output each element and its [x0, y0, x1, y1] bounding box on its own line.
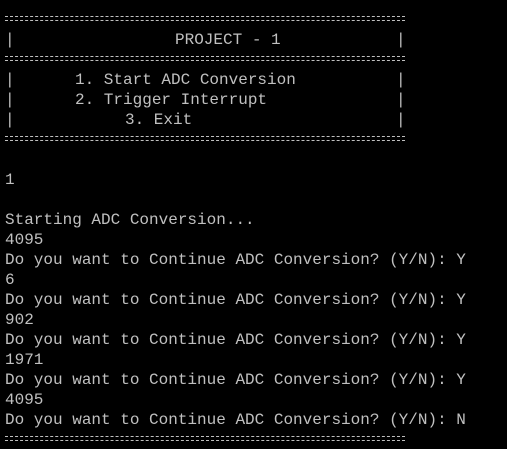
adc-reading: 902 — [5, 311, 34, 329]
box-border-right: | — [396, 91, 406, 109]
box-border-left: | — [5, 71, 15, 89]
adc-reading: 4095 — [5, 231, 44, 249]
prompt-text: Do you want to Continue ADC Conversion? … — [5, 411, 447, 429]
continue-prompt: Do you want to Continue ADC Conversion? … — [5, 410, 466, 430]
prompt-text: Do you want to Continue ADC Conversion? … — [5, 251, 447, 269]
adc-reading: 6 — [5, 271, 15, 289]
separator-line — [5, 55, 405, 62]
status-text: Starting ADC Conversion... — [5, 211, 255, 229]
adc-reading: 1971 — [5, 351, 44, 369]
prompt-text: Do you want to Continue ADC Conversion? … — [5, 331, 447, 349]
adc-reading: 4095 — [5, 391, 44, 409]
separator-line — [5, 135, 405, 142]
box-border-left: | — [5, 91, 15, 109]
menu-title: PROJECT - 1 — [175, 31, 281, 49]
prompt-answer: Y — [456, 331, 466, 349]
prompt-answer: Y — [456, 251, 466, 269]
continue-prompt: Do you want to Continue ADC Conversion? … — [5, 290, 466, 310]
separator-line — [5, 15, 405, 22]
box-border-left: | — [5, 111, 15, 129]
prompt-text: Do you want to Continue ADC Conversion? … — [5, 291, 447, 309]
prompt-answer: Y — [456, 371, 466, 389]
box-border-right: | — [396, 31, 406, 49]
user-selection: 1 — [5, 171, 15, 189]
box-border-left: | — [5, 31, 15, 49]
terminal-window[interactable]: | PROJECT - 1 | | 1. Start ADC Conversio… — [0, 0, 507, 449]
separator-line — [5, 435, 405, 442]
box-border-right: | — [396, 71, 406, 89]
menu-item-trigger-interrupt: 2. Trigger Interrupt — [75, 91, 268, 109]
box-border-right: | — [396, 111, 406, 129]
continue-prompt: Do you want to Continue ADC Conversion? … — [5, 330, 466, 350]
continue-prompt: Do you want to Continue ADC Conversion? … — [5, 370, 466, 390]
prompt-answer: Y — [456, 291, 466, 309]
menu-item-start-adc: 1. Start ADC Conversion — [75, 71, 296, 89]
prompt-answer: N — [456, 411, 466, 429]
prompt-text: Do you want to Continue ADC Conversion? … — [5, 371, 447, 389]
continue-prompt: Do you want to Continue ADC Conversion? … — [5, 250, 466, 270]
menu-item-exit: 3. Exit — [125, 111, 193, 129]
